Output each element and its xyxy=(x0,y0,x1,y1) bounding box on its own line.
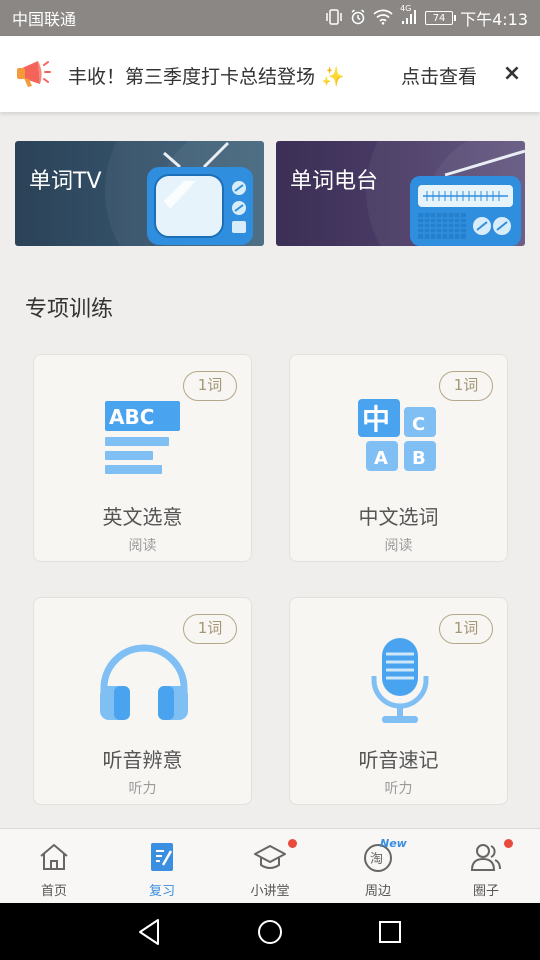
section-title: 专项训练 xyxy=(25,297,114,322)
alarm-icon xyxy=(350,8,366,28)
tv-icon xyxy=(147,141,253,245)
notification-dot xyxy=(504,839,513,848)
nav-label: 周边 xyxy=(364,884,391,899)
sparkle-icon: ✨ xyxy=(315,66,345,88)
home-button-icon[interactable] xyxy=(255,917,285,947)
training-category: 阅读 xyxy=(128,538,157,554)
signal-icon: 4G xyxy=(400,4,418,28)
home-icon xyxy=(40,843,68,870)
training-name: 听音辨意 xyxy=(102,748,183,772)
carrier-label: 中国联通 xyxy=(12,10,77,29)
view-link[interactable]: 点击查看 xyxy=(401,62,477,89)
clock-label: 下午4:13 xyxy=(460,10,528,29)
training-card-listening-dictation[interactable]: 1词 听音速记 听力 xyxy=(289,597,508,805)
headphones-icon xyxy=(100,644,188,720)
training-card-chinese-word[interactable]: 1词 中 C A B 中文选词 阅读 xyxy=(289,354,508,562)
nav-lecture[interactable]: 小讲堂 xyxy=(230,829,310,904)
announcement-banner[interactable]: 丰收！第三季度打卡总结登场 ✨ 点击查看 × xyxy=(0,36,540,112)
nav-label: 首页 xyxy=(40,884,67,899)
training-category: 听力 xyxy=(128,781,157,797)
svg-text:B: B xyxy=(412,448,426,469)
nav-label: 圈子 xyxy=(472,884,499,899)
bottom-nav: 首页 复习 小讲堂 淘 New 周边 圈子 xyxy=(0,828,540,903)
training-name: 英文选意 xyxy=(102,505,183,529)
people-icon xyxy=(470,844,501,871)
megaphone-icon xyxy=(14,54,54,94)
graduation-cap-icon xyxy=(254,845,286,869)
network-type-label: 4G xyxy=(400,3,412,13)
system-nav-bar xyxy=(0,903,540,960)
nav-label: 小讲堂 xyxy=(250,884,290,899)
status-icons: 4G 74 下午4:13 xyxy=(325,4,528,30)
nav-home[interactable]: 首页 xyxy=(14,829,94,904)
back-icon[interactable] xyxy=(135,917,165,947)
training-name: 中文选词 xyxy=(358,505,439,529)
microphone-icon xyxy=(371,638,429,723)
banner-message: 丰收！第三季度打卡总结登场 ✨ xyxy=(68,62,345,89)
recents-icon[interactable] xyxy=(375,917,405,947)
nav-circle[interactable]: 圈子 xyxy=(446,829,526,904)
training-name: 听音速记 xyxy=(358,748,439,772)
battery-level: 74 xyxy=(432,12,446,24)
notification-dot xyxy=(288,839,297,848)
svg-text:中: 中 xyxy=(362,403,390,436)
nav-review[interactable]: 复习 xyxy=(122,829,202,904)
training-card-english-meaning[interactable]: 1词 ABC 英文选意 阅读 xyxy=(33,354,252,562)
word-radio-title: 单词电台 xyxy=(290,169,379,194)
close-banner-button[interactable]: × xyxy=(500,56,524,92)
wifi-icon xyxy=(373,9,393,28)
status-bar: 中国联通 4G 74 下午4:13 xyxy=(0,0,540,36)
nav-nearby[interactable]: 淘 New 周边 xyxy=(338,829,418,904)
training-card-listening-meaning[interactable]: 1词 听音辨意 听力 xyxy=(33,597,252,805)
vibrate-icon xyxy=(325,8,343,28)
training-category: 听力 xyxy=(384,781,413,797)
banner-message-text: 丰收！第三季度打卡总结登场 xyxy=(68,66,316,88)
svg-text:C: C xyxy=(412,414,425,435)
chinese-abc-blocks-icon: 中 C A B xyxy=(358,399,436,471)
radio-icon xyxy=(410,149,525,246)
abc-text-icon: ABC xyxy=(105,401,180,474)
battery-icon: 74 xyxy=(425,11,457,25)
word-tv-card[interactable]: 单词TV xyxy=(15,141,264,246)
svg-text:A: A xyxy=(374,448,388,469)
word-tv-title: 单词TV xyxy=(29,169,102,194)
review-icon xyxy=(151,843,173,871)
nav-label: 复习 xyxy=(148,884,175,899)
svg-text:淘: 淘 xyxy=(370,852,383,867)
word-radio-card[interactable]: 单词电台 xyxy=(276,141,525,246)
training-category: 阅读 xyxy=(384,538,413,554)
new-tag: New xyxy=(380,837,407,850)
svg-text:ABC: ABC xyxy=(109,405,154,429)
